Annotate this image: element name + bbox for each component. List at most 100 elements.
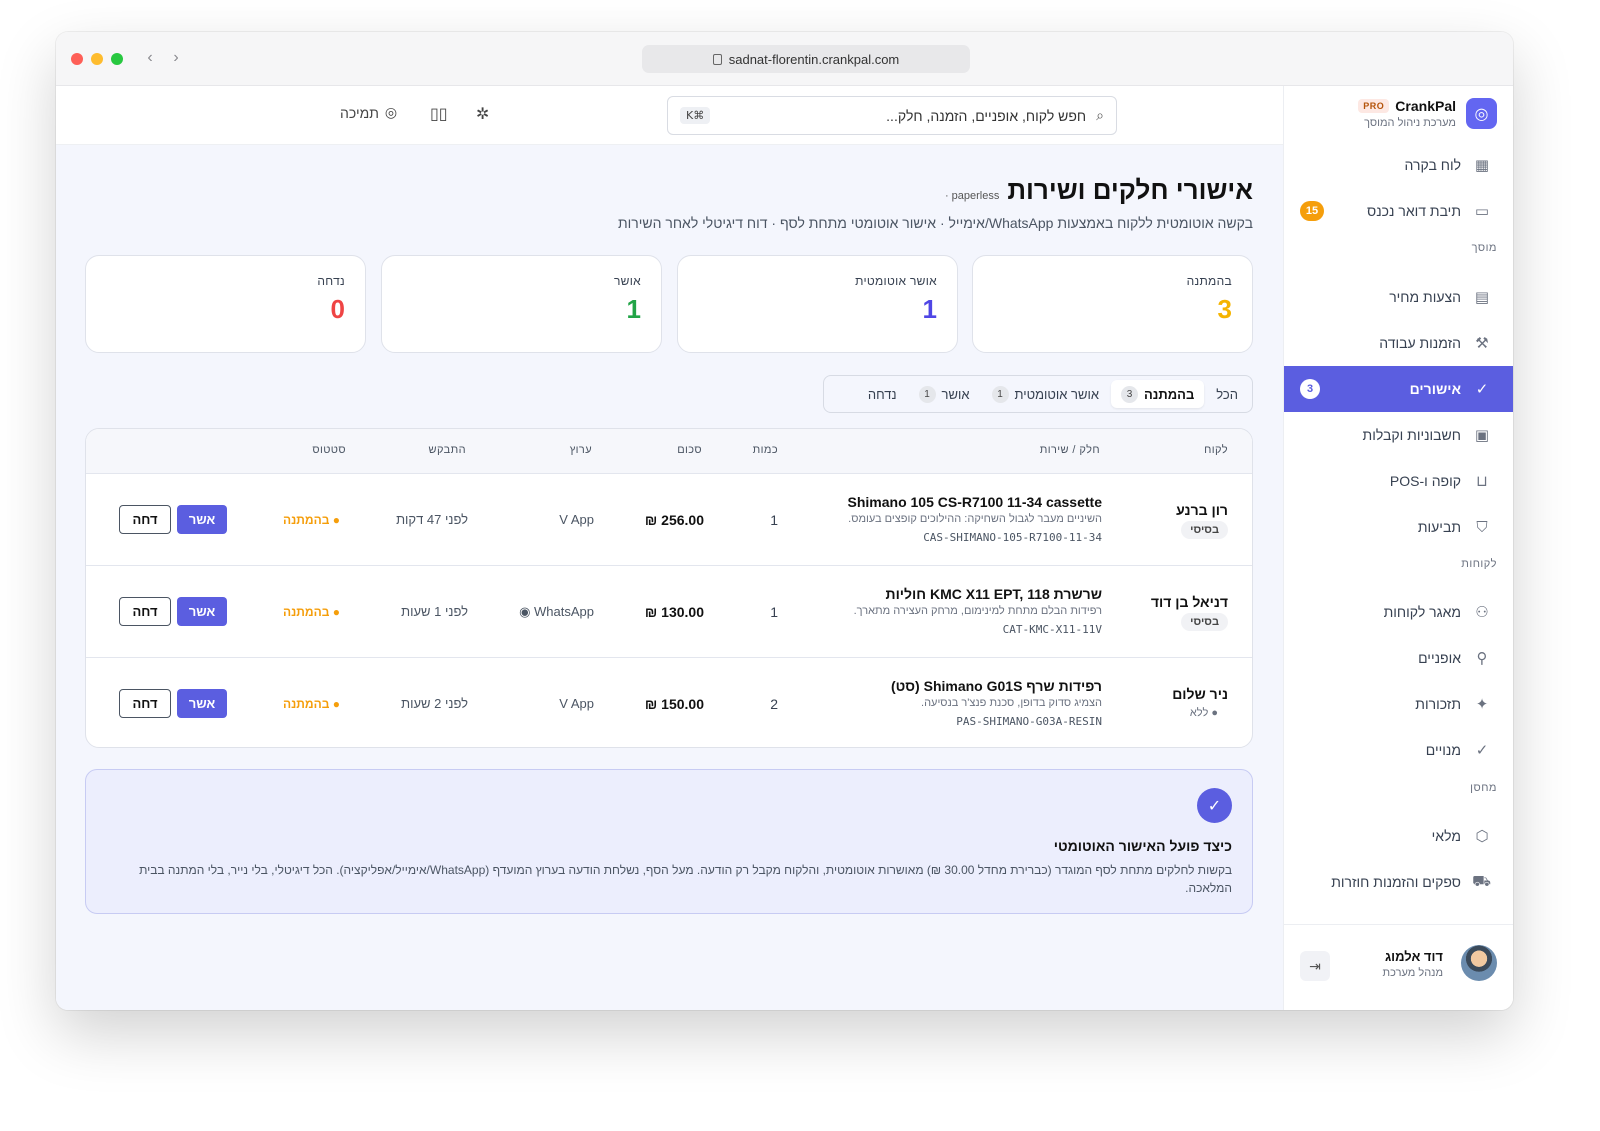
stat-card-pending: בהמתנה 3 <box>972 255 1253 353</box>
stat-card-auto-approved: אושר אוטומטית 1 <box>677 255 958 353</box>
minimize-window-button[interactable] <box>91 53 103 65</box>
part-description: הצמיג סדוק בדופן, סכנת פנצ'ר בנסיעה. <box>921 697 1102 709</box>
sidebar-item-quotes[interactable]: ▤ הצעות מחיר <box>1284 274 1513 320</box>
sidebar-item-label: תזכורות <box>1415 696 1461 712</box>
inbox-icon: ▭ <box>1474 203 1490 220</box>
table-row[interactable]: ניר שלום ● ללא רפידות שרף Shimano G01S (… <box>86 658 1252 747</box>
column-header-channel: ערוץ <box>569 444 592 456</box>
auto-approval-info-card: ✓ כיצד פועל האישור האוטומטי בקשות לחלקים… <box>85 769 1253 914</box>
channel: V App <box>559 696 594 711</box>
url-text: sadnat-florentin.crankpal.com <box>728 51 900 67</box>
check-circle-icon: ✓ <box>1197 788 1232 823</box>
tier-badge: בסיסי <box>1181 521 1228 539</box>
reject-button[interactable]: דחה <box>119 505 171 534</box>
sidebar-item-inbox[interactable]: ▭ תיבת דואר נכנס 15 <box>1284 188 1513 234</box>
tab-count: 1 <box>918 385 936 403</box>
wrench-icon: ⚒ <box>1475 335 1489 352</box>
stat-card-approved: אושר 1 <box>381 255 662 353</box>
user-name: דוד אלמוג <box>1384 949 1443 964</box>
customer-name[interactable]: דניאל בן דוד <box>1151 594 1228 610</box>
global-search[interactable]: ⌕ חפש לקוח, אופניים, הזמנה, חלק... ⌘K <box>667 96 1117 135</box>
support-link[interactable]: ◎ תמיכה <box>340 104 397 121</box>
section-label-warehouse: מחסן <box>1470 782 1497 794</box>
sparkle-icon: ✦ <box>1475 696 1489 713</box>
avatar[interactable] <box>1461 945 1497 981</box>
sidebar-item-label: ספקים והזמנות חוזרות <box>1331 874 1461 890</box>
sidebar-item-dashboard[interactable]: ▦ לוח בקרה <box>1284 142 1513 188</box>
user-panel: דוד אלמוג מנהל מערכת ⇥ <box>1284 924 1513 1010</box>
stat-value: 1 <box>626 294 641 324</box>
tab-pending[interactable]: בהמתנה 3 <box>1111 380 1205 408</box>
approve-button[interactable]: אשר <box>177 597 227 626</box>
tab-approved[interactable]: אושר 1 <box>909 380 980 408</box>
check-circle-icon: ✓ <box>1475 381 1489 398</box>
quantity: 1 <box>770 604 778 620</box>
approve-button[interactable]: אשר <box>177 689 227 718</box>
approve-button[interactable]: אשר <box>177 505 227 534</box>
sidebar-item-label: אופניים <box>1418 650 1461 666</box>
logout-icon: ⇥ <box>1309 957 1321 974</box>
sidebar-item-subscriptions[interactable]: ✓ מנויים <box>1284 727 1513 773</box>
customer-name[interactable]: ניר שלום <box>1172 686 1228 702</box>
tab-auto-approved[interactable]: אושר אוטומטית 1 <box>982 380 1110 408</box>
stat-card-rejected: נדחה 0 <box>85 255 366 353</box>
tab-count: 1 <box>991 385 1009 403</box>
filter-tabs: הכל בהמתנה 3 אושר אוטומטית 1 אושר 1 נדחה <box>823 375 1253 413</box>
bike-icon: ⚲ <box>1476 650 1488 667</box>
reject-button[interactable]: דחה <box>119 597 171 626</box>
part-sku: CAT-KMC-X11-11V <box>1002 623 1102 636</box>
sidebar-item-label: חשבוניות וקבלות <box>1362 427 1461 443</box>
column-header-part: חלק / שירות <box>1039 444 1100 456</box>
column-header-amount: סכום <box>677 444 702 456</box>
bug-icon[interactable]: ✲ <box>476 104 489 124</box>
inbox-count-badge: 15 <box>1300 201 1324 221</box>
tab-label: הכל <box>1216 386 1238 402</box>
sidebar-item-approvals[interactable]: ✓ אישורים 3 <box>1284 366 1513 412</box>
tier-badge: בסיסי <box>1181 613 1228 631</box>
sidebar-item-bikes[interactable]: ⚲ אופניים <box>1284 635 1513 681</box>
customer-name[interactable]: רון ברנע <box>1176 502 1228 518</box>
sidebar-item-claims[interactable]: ⛉ תביעות <box>1284 504 1513 550</box>
amount: ₪ 130.00 <box>644 604 704 620</box>
sidebar-item-invoices[interactable]: ▣ חשבוניות וקבלות <box>1284 412 1513 458</box>
sidebar-item-label: לוח בקרה <box>1404 157 1461 173</box>
sidebar-item-label: אישורים <box>1409 381 1461 397</box>
page-icon <box>712 53 722 65</box>
page-subtitle: בקשה אוטומטית ללקוח באמצעות WhatsApp/אימ… <box>617 215 1253 231</box>
requested-time: לפני 1 שעות <box>401 604 468 619</box>
pro-badge: PRO <box>1358 99 1390 113</box>
part-sku: CAS-SHIMANO-105-R7100-11-34 <box>923 531 1102 544</box>
address-bar[interactable]: sadnat-florentin.crankpal.com <box>642 45 970 73</box>
sidebar-item-label: תביעות <box>1417 519 1461 535</box>
search-input[interactable]: חפש לקוח, אופניים, הזמנה, חלק... <box>710 108 1086 124</box>
sidebar-item-label: קופה ו-POS <box>1389 473 1461 489</box>
tab-rejected[interactable]: נדחה <box>858 380 907 408</box>
sidebar-item-label: מאגר לקוחות <box>1383 604 1461 620</box>
sidebar-item-suppliers[interactable]: ⛟ ספקים והזמנות חוזרות <box>1284 859 1513 905</box>
forward-arrow-icon[interactable]: › <box>168 49 184 67</box>
maximize-window-button[interactable] <box>111 53 123 65</box>
page-header: אישורי חלקים ושירות paperless · <box>945 175 1253 206</box>
truck-icon: ⛟ <box>1472 872 1491 890</box>
table-row[interactable]: רון ברנע בסיסי Shimano 105 CS-R7100 11-3… <box>86 474 1252 566</box>
sidebar-item-label: תיבת דואר נכנס <box>1367 203 1461 219</box>
reject-button[interactable]: דחה <box>119 689 171 718</box>
main-content: אישורי חלקים ושירות paperless · בקשה אוט… <box>56 145 1283 1010</box>
book-icon[interactable]: ▯▯ <box>430 104 448 124</box>
close-window-button[interactable] <box>71 53 83 65</box>
part-description: השיניים מעבר לגבול השחיקה: ההילוכים קופצ… <box>848 513 1102 525</box>
sidebar-item-pos[interactable]: ⊔ קופה ו-POS <box>1284 458 1513 504</box>
back-arrow-icon[interactable]: ‹ <box>142 49 158 67</box>
sidebar-item-label: מלאי <box>1431 828 1461 844</box>
browser-window: ‹ › sadnat-florentin.crankpal.com ⌕ חפש … <box>56 32 1513 1010</box>
logout-button[interactable]: ⇥ <box>1300 951 1330 981</box>
tab-all[interactable]: הכל <box>1206 380 1248 408</box>
lifebuoy-icon: ◎ <box>384 104 398 120</box>
sidebar-item-work-orders[interactable]: ⚒ הזמנות עבודה <box>1284 320 1513 366</box>
table-row[interactable]: דניאל בן דוד בסיסי שרשרת KMC X11 EPT, 11… <box>86 566 1252 658</box>
sidebar-item-customers[interactable]: ⚇ מאגר לקוחות <box>1284 589 1513 635</box>
receipt-icon: ▣ <box>1474 427 1490 444</box>
sidebar-item-reminders[interactable]: ✦ תזכורות <box>1284 681 1513 727</box>
sidebar-item-inventory[interactable]: ⬡ מלאי <box>1284 813 1513 859</box>
browser-chrome: ‹ › sadnat-florentin.crankpal.com <box>56 32 1513 86</box>
